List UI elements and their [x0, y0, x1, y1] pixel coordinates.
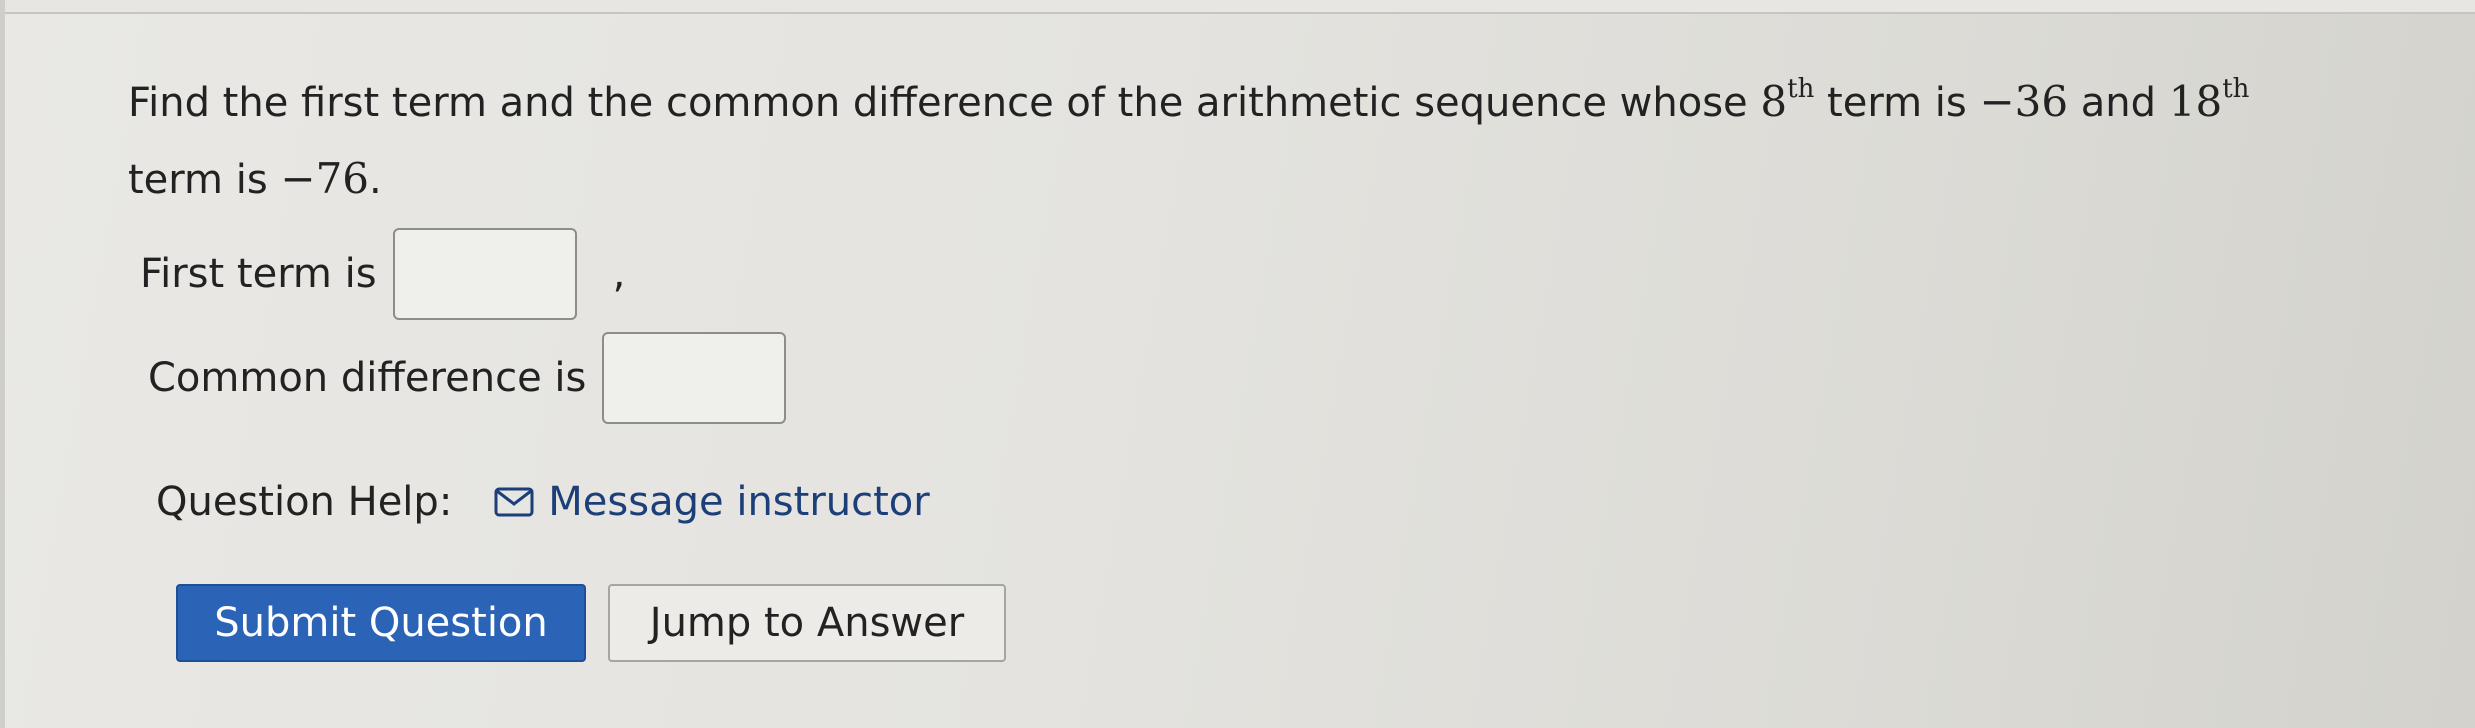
math-value-1: −36 — [1979, 77, 2069, 126]
problem-text-part1: Find the first term and the common diffe… — [128, 80, 1761, 126]
left-border — [0, 0, 5, 728]
first-term-label: First term is — [140, 251, 377, 297]
problem-text-part2: term is — [1814, 80, 1980, 126]
first-term-row: First term is , — [140, 226, 625, 322]
submit-question-button[interactable]: Submit Question — [176, 584, 586, 662]
comma: , — [612, 251, 626, 297]
problem-text-part5: . — [369, 157, 382, 203]
top-border — [0, 0, 2475, 14]
term-index-1: 8 — [1760, 77, 1788, 126]
jump-to-answer-button[interactable]: Jump to Answer — [608, 584, 1006, 662]
question-help-label: Question Help: — [156, 479, 453, 525]
term-index-2-suffix: th — [2222, 74, 2250, 104]
question-page: Find the first term and the common diffe… — [0, 0, 2475, 728]
term-index-2: 18 — [2168, 77, 2223, 126]
term-index-1-suffix: th — [1787, 74, 1815, 104]
math-term-index-2: 18th — [2168, 74, 2250, 126]
math-value-2: −76 — [280, 154, 370, 203]
question-help: Question Help: Message instructor — [156, 472, 930, 532]
problem-statement: Find the first term and the common diffe… — [128, 55, 2388, 218]
message-instructor-link[interactable]: Message instructor — [494, 479, 930, 525]
common-difference-row: Common difference is — [148, 330, 787, 426]
envelope-icon — [494, 487, 534, 517]
common-difference-label: Common difference is — [148, 355, 587, 401]
problem-text-part3: and — [2068, 80, 2169, 126]
problem-text-part4: term is — [128, 157, 281, 203]
first-term-input[interactable] — [392, 228, 577, 320]
common-difference-input[interactable] — [602, 332, 787, 424]
math-term-index-1: 8th — [1760, 74, 1815, 126]
message-instructor-label: Message instructor — [548, 479, 930, 525]
